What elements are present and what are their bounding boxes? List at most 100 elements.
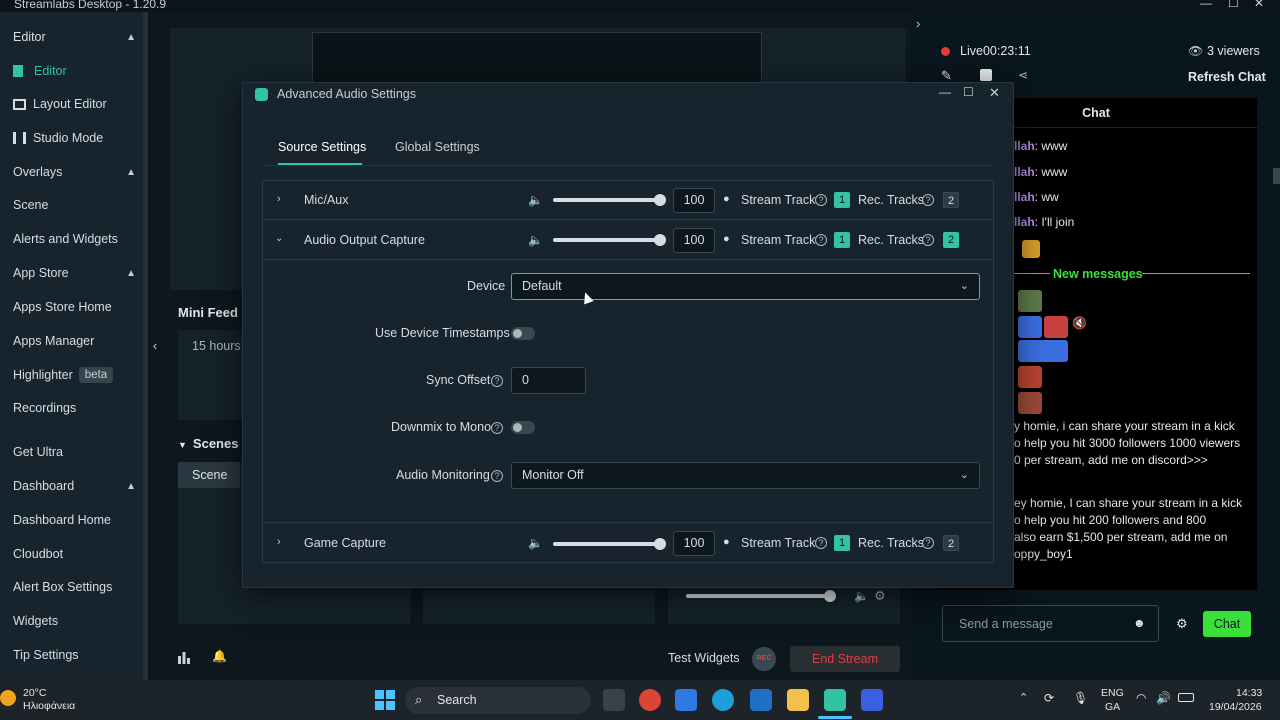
task-view-icon[interactable] [603,689,625,711]
sidebar-item-get-ultra[interactable]: Get Ultra [0,437,148,467]
volume-input[interactable]: 100 [673,188,715,213]
volume-icon[interactable]: 🔊 [1156,691,1171,705]
sidebar-item-widgets[interactable]: Widgets [0,606,148,636]
sidebar-item-apps-manager[interactable]: Apps Manager [0,326,148,356]
sidebar-item-cloudbot[interactable]: Cloudbot [0,539,148,569]
chevron-up-icon[interactable]: ⌃ [1019,691,1028,704]
volume-slider-knob[interactable] [653,538,666,550]
weather-temp[interactable]: 20°C [23,687,46,699]
stream-track-badge[interactable]: 1 [834,192,850,208]
dialog-close-icon[interactable]: ✕ [989,85,1000,101]
help-icon[interactable]: ? [815,194,827,206]
volume-slider[interactable] [553,238,663,242]
edge-icon[interactable] [712,689,734,711]
sidebar-item-editor[interactable]: Editor [0,56,148,86]
sidebar-section-dashboard[interactable]: Dashboard ▲ [0,471,148,501]
keyboard-layout[interactable]: GA [1105,701,1120,713]
chevron-right-icon[interactable]: › [277,193,281,205]
speaker-icon[interactable]: 🔈 [854,589,869,603]
chevron-right-icon[interactable]: › [916,16,920,31]
volume-icon[interactable]: 🔈 [528,233,543,247]
sidebar-item-studio-mode[interactable]: Studio Mode [0,123,148,153]
stream-track-badge[interactable]: 1 [834,232,850,248]
stats-icon[interactable] [178,650,190,664]
sidebar-item-tip-settings[interactable]: Tip Settings [0,640,148,670]
downmix-toggle[interactable] [511,421,535,434]
minimize-icon[interactable]: — [1200,0,1212,10]
store-icon[interactable] [675,689,697,711]
maximize-icon[interactable]: ☐ [1228,0,1239,10]
weather-condition[interactable]: Ηλιοφάνεια [23,700,75,712]
help-icon[interactable]: ? [922,194,934,206]
sidebar-section-editor[interactable]: Editor ▲ [0,22,148,52]
volume-input[interactable]: 100 [673,228,715,253]
refresh-chat-button[interactable]: Refresh Chat [1188,70,1266,84]
scene-item[interactable]: Scene [178,462,240,488]
rec-button[interactable]: REC [752,647,776,671]
stream-track-badge[interactable]: 1 [834,535,850,551]
mixer-slider-knob[interactable] [824,590,836,602]
chat-input[interactable]: Send a message ☻ [942,605,1159,642]
sync-icon[interactable]: ⟳ [1044,691,1054,705]
volume-slider-knob[interactable] [653,194,666,206]
file-explorer-icon[interactable] [787,689,809,711]
weather-sun-icon[interactable] [0,690,16,706]
chevron-right-icon[interactable]: › [277,536,281,548]
chat-settings-gear-icon[interactable]: ⚙ [1176,616,1188,632]
end-stream-button[interactable]: End Stream [790,646,900,672]
sidebar-item-alert-box-settings[interactable]: Alert Box Settings [0,572,148,602]
volume-icon[interactable]: 🔈 [528,536,543,550]
volume-slider[interactable] [553,198,663,202]
sidebar-item-apps-store-home[interactable]: Apps Store Home [0,292,148,322]
rec-tracks-badge[interactable]: 2 [943,232,959,248]
chrome-icon[interactable] [639,689,661,711]
chat-scrollbar[interactable] [1273,168,1280,184]
sidebar-section-overlays[interactable]: Overlays ▲ [0,157,148,187]
outlook-icon[interactable] [750,689,772,711]
volume-slider[interactable] [553,542,663,546]
test-widgets-button[interactable]: Test Widgets [668,651,740,665]
volume-icon[interactable]: 🔈 [528,193,543,207]
wifi-icon[interactable]: ◠ [1136,691,1146,705]
help-icon[interactable]: ? [922,537,934,549]
volume-slider-knob[interactable] [653,234,666,246]
gear-icon[interactable]: ⚙ [874,588,886,604]
help-icon[interactable]: ? [922,234,934,246]
bell-icon[interactable]: 🔔 [212,649,227,663]
tab-global-settings[interactable]: Global Settings [395,140,480,154]
battery-icon[interactable] [1178,693,1194,702]
sidebar-item-dashboard-home[interactable]: Dashboard Home [0,505,148,535]
rec-tracks-badge[interactable]: 2 [943,535,959,551]
windows-start-icon[interactable] [375,690,395,710]
app-taskbar-icon[interactable] [861,689,883,711]
emoji-icon[interactable]: ☻ [1133,616,1146,630]
help-icon[interactable]: ? [491,375,503,387]
sidebar-item-recordings[interactable]: Recordings [0,393,148,423]
chevron-down-icon[interactable]: ⌄ [275,233,283,244]
tab-source-settings[interactable]: Source Settings [278,140,366,154]
dialog-maximize-icon[interactable]: ☐ [963,85,974,99]
dashboard-icon[interactable] [980,69,992,81]
sidebar-item-alerts-widgets[interactable]: Alerts and Widgets [0,224,148,254]
volume-input[interactable]: 100 [673,531,715,556]
microphone-icon[interactable]: 🎙 [1073,691,1088,705]
taskbar-search[interactable]: ⌕ Search [405,687,591,714]
help-icon[interactable]: ? [491,470,503,482]
sidebar-section-app-store[interactable]: App Store ▲ [0,258,148,288]
clock-date[interactable]: 19/04/2026 [1209,701,1262,713]
share-icon[interactable]: ⋖ [1018,68,1028,82]
help-icon[interactable]: ? [815,537,827,549]
language-indicator[interactable]: ENG [1101,687,1124,699]
help-icon[interactable]: ? [815,234,827,246]
streamlabs-taskbar-icon[interactable] [824,689,846,711]
mixer-slider[interactable] [686,594,830,598]
sync-offset-input[interactable]: 0 [511,367,586,394]
help-icon[interactable]: ? [491,422,503,434]
clock-time[interactable]: 14:33 [1236,687,1262,699]
device-timestamps-toggle[interactable] [511,327,535,340]
sidebar-item-layout-editor[interactable]: Layout Editor [0,89,148,119]
audio-monitoring-select[interactable]: Monitor Off ⌄ [511,462,980,489]
sidebar-item-scene[interactable]: Scene [0,190,148,220]
chevron-left-icon[interactable]: ‹ [148,338,162,354]
sidebar-item-highlighter[interactable]: Highlighter beta [0,360,148,390]
